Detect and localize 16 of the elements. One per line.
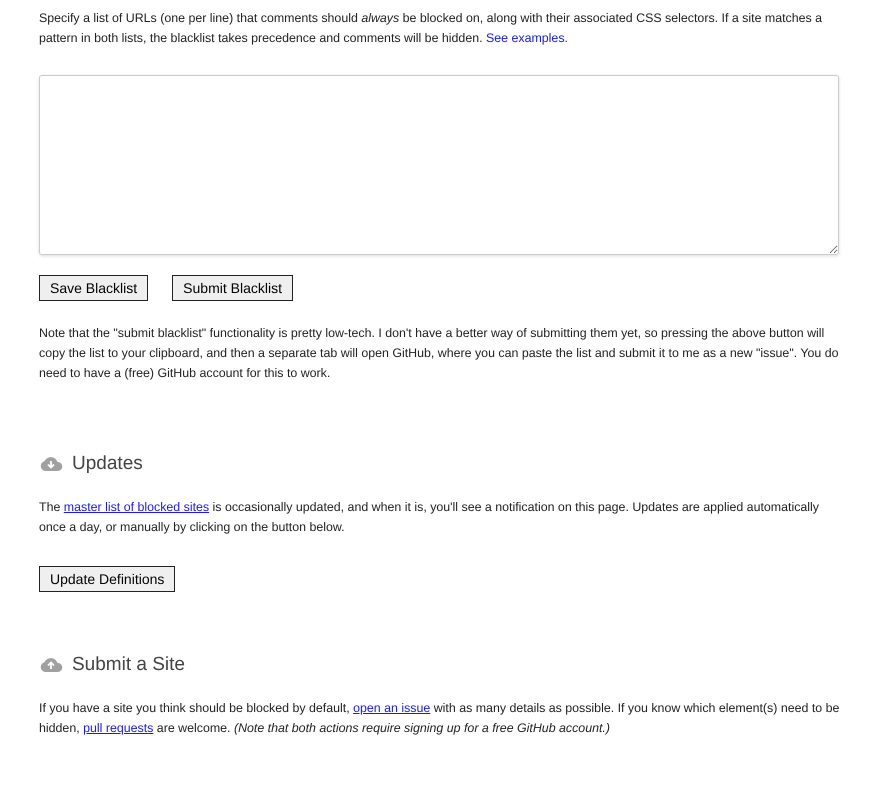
link[interactable]: open an issue — [353, 701, 430, 715]
description-text: Specify a list of URLs (one per line) that comments should always be blocked on, along with their associated CSS selectors. If a site matches a pattern in both lists, the blacklist takes precedence and comments will be hidden. See examples. — [39, 10, 824, 47]
blacklist-button[interactable]: Save Blacklist — [39, 275, 148, 301]
update-definitions-button[interactable]: Update Definitions — [39, 566, 176, 592]
blacklist-input-field[interactable] — [39, 75, 839, 255]
cloud-upload-icon — [39, 657, 63, 673]
section-text: If you have a site you think should be blocked by default, open an issue with as many details as possible. If you know which element(s) need to be hidden, pull requests are welcome. (Note that both actions require signing up for a free GitHub account.) — [39, 700, 840, 737]
section-text: The master list of blocked sites is occasionally updated, and when it is, you'll see a notification on this page. Updates are applied automatically once a day, or manually by clicking on the button below. — [39, 499, 820, 536]
link[interactable]: pull requests — [83, 721, 154, 735]
examples-link[interactable]: See examples. — [486, 31, 568, 45]
link[interactable]: master list of blocked sites — [64, 500, 210, 514]
blacklist-button[interactable]: Submit Blacklist — [172, 275, 293, 301]
section-heading: Updates — [72, 453, 143, 475]
note-text: Note that the "submit blacklist" functionality is pretty low-tech. I don't have a better way of submitting them yet, so pressing the above button will copy the list to your clipboard, and then a separate tab will open GitHub, where you can paste the list and submit it to me as a new "issue". You do need to have a (free) GitHub account for this to work. — [39, 325, 840, 382]
section-heading: Submit a Site — [72, 654, 185, 676]
cloud-download-icon — [39, 456, 63, 472]
